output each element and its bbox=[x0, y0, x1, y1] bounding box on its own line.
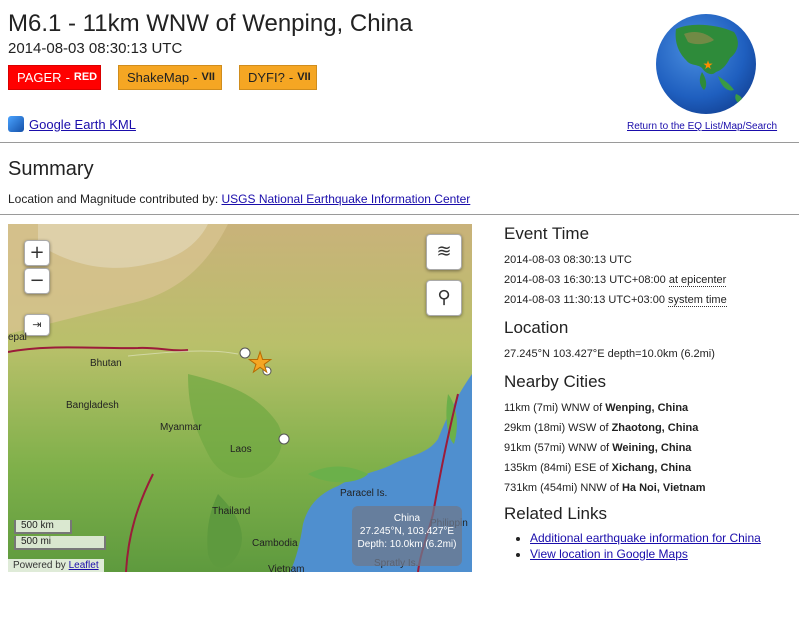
layers-icon: ≋ bbox=[436, 241, 452, 262]
expand-icon: ⇥ bbox=[32, 318, 42, 331]
divider bbox=[0, 142, 799, 143]
location-value: 27.245°N 103.427°E depth=10.0km (6.2mi) bbox=[504, 348, 715, 360]
epicenter-info-box: China 27.245°N, 103.427°E Depth: 10.0km … bbox=[352, 506, 462, 566]
summary-heading: Summary bbox=[8, 158, 94, 180]
google-maps-link[interactable]: View location in Google Maps bbox=[530, 547, 688, 561]
leaflet-link[interactable]: Leaflet bbox=[69, 560, 99, 571]
related-link-item: Additional earthquake information for Ch… bbox=[530, 530, 794, 546]
map-label-thailand: Thailand bbox=[212, 506, 251, 517]
epicenter-time: 2014-08-03 16:30:13 UTC+08:00 bbox=[504, 274, 666, 286]
system-time-row: 2014-08-03 11:30:13 UTC+03:00 system tim… bbox=[504, 290, 794, 310]
map-label-myanmar: Myanmar bbox=[160, 422, 202, 433]
epicenter-suffix: at epicenter bbox=[668, 274, 727, 287]
pager-level: RED bbox=[73, 71, 98, 83]
kml-link-row[interactable]: Google Earth KML bbox=[8, 116, 136, 132]
utc-time: 2014-08-03 08:30:13 UTC bbox=[504, 254, 632, 266]
earthquake-map[interactable]: ★ + − ⇥ ≋ ⚲ epal Bhutan Bangladesh Myanm… bbox=[8, 224, 472, 572]
return-link[interactable]: Return to the EQ List/Map/Search bbox=[627, 121, 777, 132]
system-suffix: system time bbox=[668, 294, 727, 307]
alert-badges: PAGER - RED ShakeMap - VII DYFI? - VII bbox=[8, 65, 317, 90]
city-distance: 91km (57mi) WNW of bbox=[504, 442, 610, 454]
related-link-item: View location in Google Maps bbox=[530, 546, 794, 562]
city-distance: 29km (18mi) WSW of bbox=[504, 422, 609, 434]
city-name: Weining, China bbox=[612, 442, 692, 454]
nearby-city: 135km (84mi) ESE of Xichang, China bbox=[504, 458, 794, 478]
city-name: Xichang, China bbox=[611, 462, 692, 474]
map-label-nepal: epal bbox=[8, 332, 27, 343]
event-details: Event Time 2014-08-03 08:30:13 UTC 2014-… bbox=[504, 224, 794, 562]
page-title: M6.1 - 11km WNW of Wenping, China bbox=[8, 10, 413, 37]
info-country: China bbox=[393, 513, 421, 524]
epicenter-time-row: 2014-08-03 16:30:13 UTC+08:00 at epicent… bbox=[504, 270, 794, 290]
shakemap-level: VII bbox=[201, 71, 215, 83]
key-icon: ⚲ bbox=[437, 287, 451, 308]
search-button[interactable]: ⚲ bbox=[426, 280, 462, 316]
scale-mi: 500 mi bbox=[14, 536, 106, 550]
dyfi-badge[interactable]: DYFI? - VII bbox=[239, 65, 317, 90]
nearby-heading: Nearby Cities bbox=[504, 372, 607, 391]
shakemap-label: ShakeMap bbox=[127, 70, 190, 85]
svg-text:★: ★ bbox=[703, 58, 714, 72]
layers-button[interactable]: ≋ bbox=[426, 234, 462, 270]
kml-link[interactable]: Google Earth KML bbox=[29, 117, 136, 132]
map-label-paracel: Paracel Is. bbox=[340, 488, 388, 499]
nearby-city: 11km (7mi) WNW of Wenping, China bbox=[504, 398, 794, 418]
map-label-bhutan: Bhutan bbox=[90, 358, 122, 369]
event-time-heading: Event Time bbox=[504, 224, 590, 243]
pager-label: PAGER bbox=[17, 70, 62, 85]
event-datetime: 2014-08-03 08:30:13 UTC bbox=[8, 40, 183, 57]
nearby-city: 29km (18mi) WSW of Zhaotong, China bbox=[504, 418, 794, 438]
dyfi-level: VII bbox=[297, 71, 311, 83]
divider bbox=[0, 214, 799, 215]
contributor-line: Location and Magnitude contributed by: U… bbox=[8, 192, 470, 206]
globe-thumbnail: ★ bbox=[656, 14, 756, 114]
google-earth-icon bbox=[8, 116, 24, 132]
powered-by: Powered by bbox=[13, 560, 66, 571]
city-name: Wenping, China bbox=[605, 402, 689, 414]
zoom-out-button[interactable]: − bbox=[24, 268, 50, 294]
related-heading: Related Links bbox=[504, 504, 608, 523]
scale-km: 500 km bbox=[14, 520, 72, 534]
info-coords: 27.245°N, 103.427°E bbox=[359, 526, 455, 537]
city-name: Zhaotong, China bbox=[611, 422, 699, 434]
globe-icon: ★ bbox=[675, 24, 743, 104]
location-heading: Location bbox=[504, 318, 569, 337]
fullscreen-button[interactable]: ⇥ bbox=[24, 314, 50, 336]
map-label-vietnam: Vietnam bbox=[268, 564, 305, 572]
system-time: 2014-08-03 11:30:13 UTC+03:00 bbox=[504, 294, 665, 306]
nearby-city: 731km (454mi) NNW of Ha Noi, Vietnam bbox=[504, 478, 794, 498]
city-distance: 11km (7mi) WNW of bbox=[504, 402, 603, 414]
pager-badge[interactable]: PAGER - RED bbox=[8, 65, 101, 90]
city-distance: 135km (84mi) ESE of bbox=[504, 462, 609, 474]
dyfi-label: DYFI? bbox=[248, 70, 285, 85]
related-links: Additional earthquake information for Ch… bbox=[504, 530, 794, 562]
shakemap-badge[interactable]: ShakeMap - VII bbox=[118, 65, 222, 90]
china-info-link[interactable]: Additional earthquake information for Ch… bbox=[530, 531, 761, 545]
info-depth: Depth: 10.0km (6.2mi) bbox=[357, 539, 457, 550]
nearby-city: 91km (57mi) WNW of Weining, China bbox=[504, 438, 794, 458]
zoom-in-button[interactable]: + bbox=[24, 240, 50, 266]
map-label-laos: Laos bbox=[230, 444, 252, 455]
city-name: Ha Noi, Vietnam bbox=[621, 482, 706, 494]
map-attribution: Powered by Leaflet bbox=[8, 559, 104, 572]
city-distance: 731km (454mi) NNW of bbox=[504, 482, 619, 494]
contributor-link[interactable]: USGS National Earthquake Information Cen… bbox=[222, 192, 471, 206]
map-label-cambodia: Cambodia bbox=[252, 538, 298, 549]
svg-text:★: ★ bbox=[247, 347, 272, 378]
map-label-bangladesh: Bangladesh bbox=[66, 400, 119, 411]
contributor-prefix: Location and Magnitude contributed by: bbox=[8, 192, 219, 206]
